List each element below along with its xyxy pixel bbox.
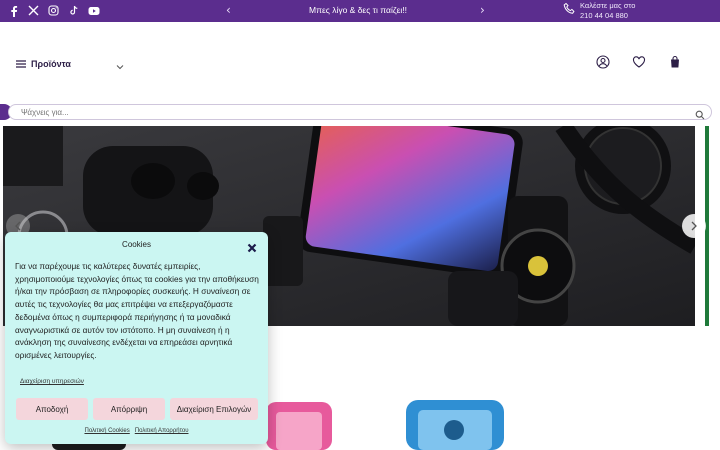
chevron-right-icon xyxy=(691,221,697,231)
cart-icon[interactable] xyxy=(668,55,682,69)
manage-services-link[interactable]: Διαχείριση υπηρεσιών xyxy=(20,378,84,385)
contact-info[interactable]: Καλέστε μας στο 210 44 04 880 xyxy=(563,1,635,21)
phone-icon xyxy=(563,2,576,20)
wishlist-icon[interactable] xyxy=(632,55,646,69)
cookie-consent-modal: Cookies Για να παρέχουμε τις καλύτερες δ… xyxy=(5,232,268,444)
facebook-icon[interactable] xyxy=(6,3,21,18)
slider-next-button[interactable] xyxy=(682,214,706,238)
chevron-down-icon[interactable] xyxy=(116,57,124,75)
instagram-icon[interactable] xyxy=(46,3,61,18)
chevron-left-icon xyxy=(15,221,21,231)
deny-button[interactable]: Απόρριψη xyxy=(93,398,165,420)
promo-next-arrow[interactable]: › xyxy=(480,3,485,17)
close-icon[interactable] xyxy=(247,240,257,258)
accept-button[interactable]: Αποδοχή xyxy=(16,398,88,420)
promo-text: Μπες λίγο & δες τι παίζει!! xyxy=(309,5,407,15)
cookie-modal-title: Cookies xyxy=(122,240,151,249)
tiktok-icon[interactable] xyxy=(66,3,81,18)
cookie-policy-links: Πολιτική Cookies Πολιτική Απορρήτου xyxy=(5,428,268,434)
header-actions xyxy=(596,55,682,69)
x-icon[interactable] xyxy=(26,3,41,18)
contact-label: Καλέστε μας στο xyxy=(580,1,636,10)
promo-prev-arrow[interactable]: ‹ xyxy=(226,3,231,17)
search-icon[interactable] xyxy=(695,107,705,125)
products-menu-button[interactable]: Προϊόντα xyxy=(16,55,71,73)
account-icon[interactable] xyxy=(596,55,610,69)
youtube-icon[interactable] xyxy=(86,3,101,18)
manage-options-button[interactable]: Διαχείριση Επιλογών xyxy=(170,398,258,420)
cookie-policy-link[interactable]: Πολιτική Cookies xyxy=(84,428,129,434)
top-promo-bar: ‹ Μπες λίγο & δες τι παίζει!! › Καλέστε … xyxy=(0,0,720,22)
cookie-modal-text: Για να παρέχουμε τις καλύτερες δυνατές ε… xyxy=(15,261,259,360)
hamburger-icon xyxy=(16,55,26,73)
privacy-policy-link[interactable]: Πολιτική Απορρήτου xyxy=(135,428,189,434)
search-input[interactable] xyxy=(21,106,681,118)
contact-phone[interactable]: 210 44 04 880 xyxy=(580,11,635,21)
product-thumbnail[interactable] xyxy=(400,400,510,450)
social-links xyxy=(6,3,101,18)
product-thumbnail[interactable] xyxy=(262,400,336,450)
search-bar xyxy=(8,104,712,120)
products-menu-label: Προϊόντα xyxy=(31,59,71,69)
site-header: Προϊόντα xyxy=(0,22,720,100)
